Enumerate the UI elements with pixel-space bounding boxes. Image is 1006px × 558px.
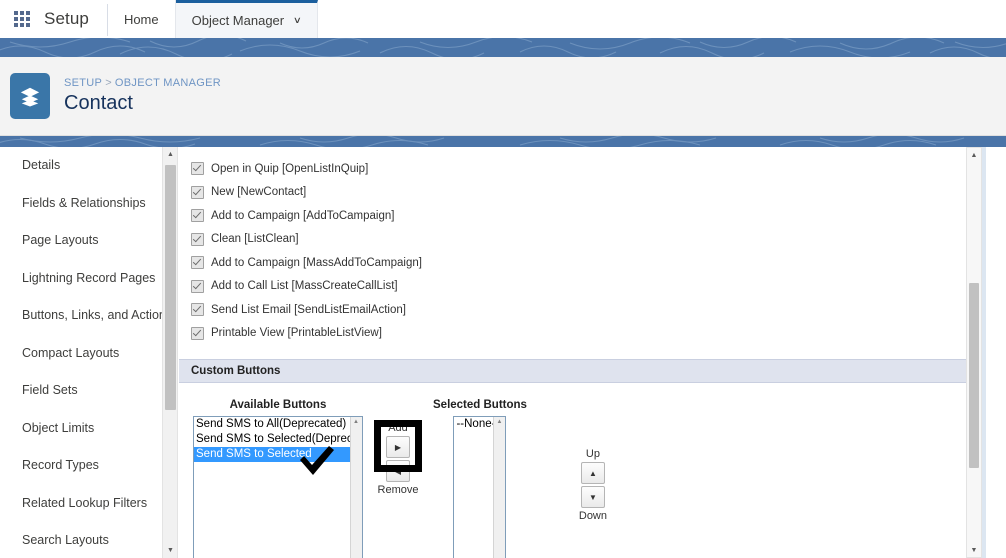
sidebar-item-record-types[interactable]: Record Types bbox=[0, 447, 162, 485]
selected-listbox-scrollbar[interactable]: ▲ bbox=[493, 417, 506, 558]
checkbox-checked-icon[interactable] bbox=[191, 209, 204, 223]
global-navigation-bar: Setup Home Object Manager ∨ bbox=[0, 0, 1006, 39]
tab-object-manager[interactable]: Object Manager ∨ bbox=[175, 0, 318, 38]
sidebar-item-search-layouts[interactable]: Search Layouts bbox=[0, 522, 162, 558]
setup-label: Setup bbox=[44, 9, 89, 28]
right-edge-strip bbox=[982, 147, 986, 558]
checkbox-checked-icon[interactable] bbox=[191, 279, 204, 293]
sidebar-item-page-layouts[interactable]: Page Layouts bbox=[0, 222, 162, 260]
checkbox-checked-icon[interactable] bbox=[191, 303, 204, 317]
checkbox-checked-icon[interactable] bbox=[191, 232, 204, 246]
available-buttons-listbox[interactable]: Send SMS to All(Deprecated) Send SMS to … bbox=[193, 416, 363, 558]
sidebar-item-field-sets[interactable]: Field Sets bbox=[0, 372, 162, 410]
main-scroll-up-icon[interactable]: ▲ bbox=[967, 148, 981, 162]
available-buttons-column: Available Buttons Send SMS to All(Deprec… bbox=[193, 399, 363, 558]
nav-tab-list: Home Object Manager ∨ bbox=[107, 0, 318, 38]
checkbox-row[interactable]: New [NewContact] bbox=[191, 181, 986, 205]
sidebar-item-compact-layouts[interactable]: Compact Layouts bbox=[0, 335, 162, 373]
remove-button[interactable]: ◀ bbox=[386, 460, 410, 482]
checkbox-label: New [NewContact] bbox=[211, 186, 307, 199]
checkbox-row[interactable]: Printable View [PrintableListView] bbox=[191, 322, 986, 346]
sidebar-scroll-down-icon[interactable]: ▼ bbox=[163, 543, 178, 558]
move-up-button[interactable]: ▲ bbox=[580, 462, 605, 484]
checkbox-label: Send List Email [SendListEmailAction] bbox=[211, 303, 406, 316]
tab-object-manager-label: Object Manager bbox=[191, 13, 285, 28]
scroll-up-icon[interactable]: ▲ bbox=[353, 419, 359, 425]
list-item[interactable]: Send SMS to Selected(Deprecated)) bbox=[194, 432, 362, 447]
down-button-label: Down bbox=[578, 510, 607, 522]
checkbox-row[interactable]: Add to Campaign [AddToCampaign] bbox=[191, 204, 986, 228]
checkbox-label: Add to Campaign [AddToCampaign] bbox=[211, 209, 395, 222]
checkbox-checked-icon[interactable] bbox=[191, 162, 204, 176]
checkbox-label: Open in Quip [OpenListInQuip] bbox=[211, 162, 369, 175]
selected-buttons-label: Selected Buttons bbox=[433, 399, 527, 411]
custom-buttons-section-header: Custom Buttons bbox=[179, 359, 986, 383]
up-button-label: Up bbox=[585, 448, 600, 460]
sidebar-item-lightning-record-pages[interactable]: Lightning Record Pages bbox=[0, 260, 162, 298]
decorative-band-bottom bbox=[0, 136, 1006, 147]
tab-home-label: Home bbox=[123, 11, 159, 27]
move-down-button[interactable]: ▼ bbox=[580, 486, 605, 508]
standard-buttons-checkbox-list: Open in Quip [OpenListInQuip] New [NewCo… bbox=[179, 147, 986, 345]
list-item-selected[interactable]: Send SMS to Selected bbox=[194, 447, 362, 462]
setup-page: Setup Home Object Manager ∨ SETUP > OBJE… bbox=[0, 0, 1006, 558]
sidebar-item-object-limits[interactable]: Object Limits bbox=[0, 410, 162, 448]
checkbox-label: Add to Call List [MassCreateCallList] bbox=[211, 280, 398, 293]
breadcrumb-separator: > bbox=[105, 77, 112, 89]
add-remove-controls: Add ▶ ◀ Remove bbox=[369, 420, 427, 497]
list-item[interactable]: Send SMS to All(Deprecated) bbox=[194, 417, 362, 432]
main-scrollbar[interactable]: ▲ ▼ bbox=[966, 147, 982, 558]
remove-button-label: Remove bbox=[377, 484, 419, 496]
scroll-up-icon[interactable]: ▲ bbox=[496, 419, 502, 425]
breadcrumb-object-manager[interactable]: OBJECT MANAGER bbox=[115, 77, 221, 89]
sidebar-item-details[interactable]: Details bbox=[0, 147, 162, 185]
checkbox-row[interactable]: Send List Email [SendListEmailAction] bbox=[191, 298, 986, 322]
checkbox-checked-icon[interactable] bbox=[191, 256, 204, 270]
add-button[interactable]: ▶ bbox=[386, 436, 410, 458]
checkbox-row[interactable]: Open in Quip [OpenListInQuip] bbox=[191, 157, 986, 181]
checkbox-label: Printable View [PrintableListView] bbox=[211, 327, 382, 340]
page-title: Contact bbox=[64, 92, 133, 114]
layers-icon bbox=[10, 73, 50, 119]
reorder-controls: Up ▲ ▼ Down bbox=[565, 447, 621, 523]
checkbox-checked-icon[interactable] bbox=[191, 326, 204, 340]
object-sidebar-menu: Details Fields & Relationships Page Layo… bbox=[0, 147, 162, 558]
app-launcher-icon bbox=[14, 11, 30, 27]
main-content-pane: Open in Quip [OpenListInQuip] New [NewCo… bbox=[179, 147, 986, 558]
checkbox-row[interactable]: Clean [ListClean] bbox=[191, 228, 986, 252]
sidebar-item-related-lookup-filters[interactable]: Related Lookup Filters bbox=[0, 485, 162, 523]
sidebar-scrollbar[interactable]: ▲ ▼ bbox=[162, 147, 178, 558]
checkbox-row[interactable]: Add to Call List [MassCreateCallList] bbox=[191, 275, 986, 299]
decorative-band-top bbox=[0, 38, 1006, 57]
tab-home[interactable]: Home bbox=[107, 0, 176, 38]
page-header-text: SETUP > OBJECT MANAGER Contact bbox=[64, 77, 221, 115]
sidebar-scrollbar-thumb[interactable] bbox=[165, 165, 176, 410]
checkbox-checked-icon[interactable] bbox=[191, 185, 204, 199]
checkbox-row[interactable]: Add to Campaign [MassAddToCampaign] bbox=[191, 251, 986, 275]
main-scroll-down-icon[interactable]: ▼ bbox=[967, 543, 981, 557]
chevron-down-icon: ∨ bbox=[292, 15, 302, 25]
sidebar-item-buttons-links-actions[interactable]: Buttons, Links, and Actions bbox=[0, 297, 162, 335]
sidebar-item-fields-relationships[interactable]: Fields & Relationships bbox=[0, 185, 162, 223]
add-button-label: Add bbox=[388, 422, 408, 434]
body-region: Details Fields & Relationships Page Layo… bbox=[0, 147, 1006, 558]
available-listbox-scrollbar[interactable]: ▲ bbox=[350, 417, 362, 558]
checkbox-label: Add to Campaign [MassAddToCampaign] bbox=[211, 256, 422, 269]
breadcrumb-setup[interactable]: SETUP bbox=[64, 77, 102, 89]
selected-buttons-listbox[interactable]: --None-- ▲ bbox=[453, 416, 507, 558]
sidebar-scroll-up-icon[interactable]: ▲ bbox=[163, 147, 178, 162]
breadcrumb: SETUP > OBJECT MANAGER bbox=[64, 77, 221, 89]
available-buttons-label: Available Buttons bbox=[229, 399, 327, 411]
checkbox-label: Clean [ListClean] bbox=[211, 233, 299, 246]
main-scrollbar-thumb[interactable] bbox=[969, 283, 979, 468]
app-launcher-button[interactable] bbox=[0, 0, 44, 38]
custom-buttons-picker: Available Buttons Send SMS to All(Deprec… bbox=[179, 399, 986, 558]
page-header: SETUP > OBJECT MANAGER Contact bbox=[0, 57, 1006, 136]
selected-buttons-column: Selected Buttons --None-- ▲ bbox=[433, 399, 527, 558]
